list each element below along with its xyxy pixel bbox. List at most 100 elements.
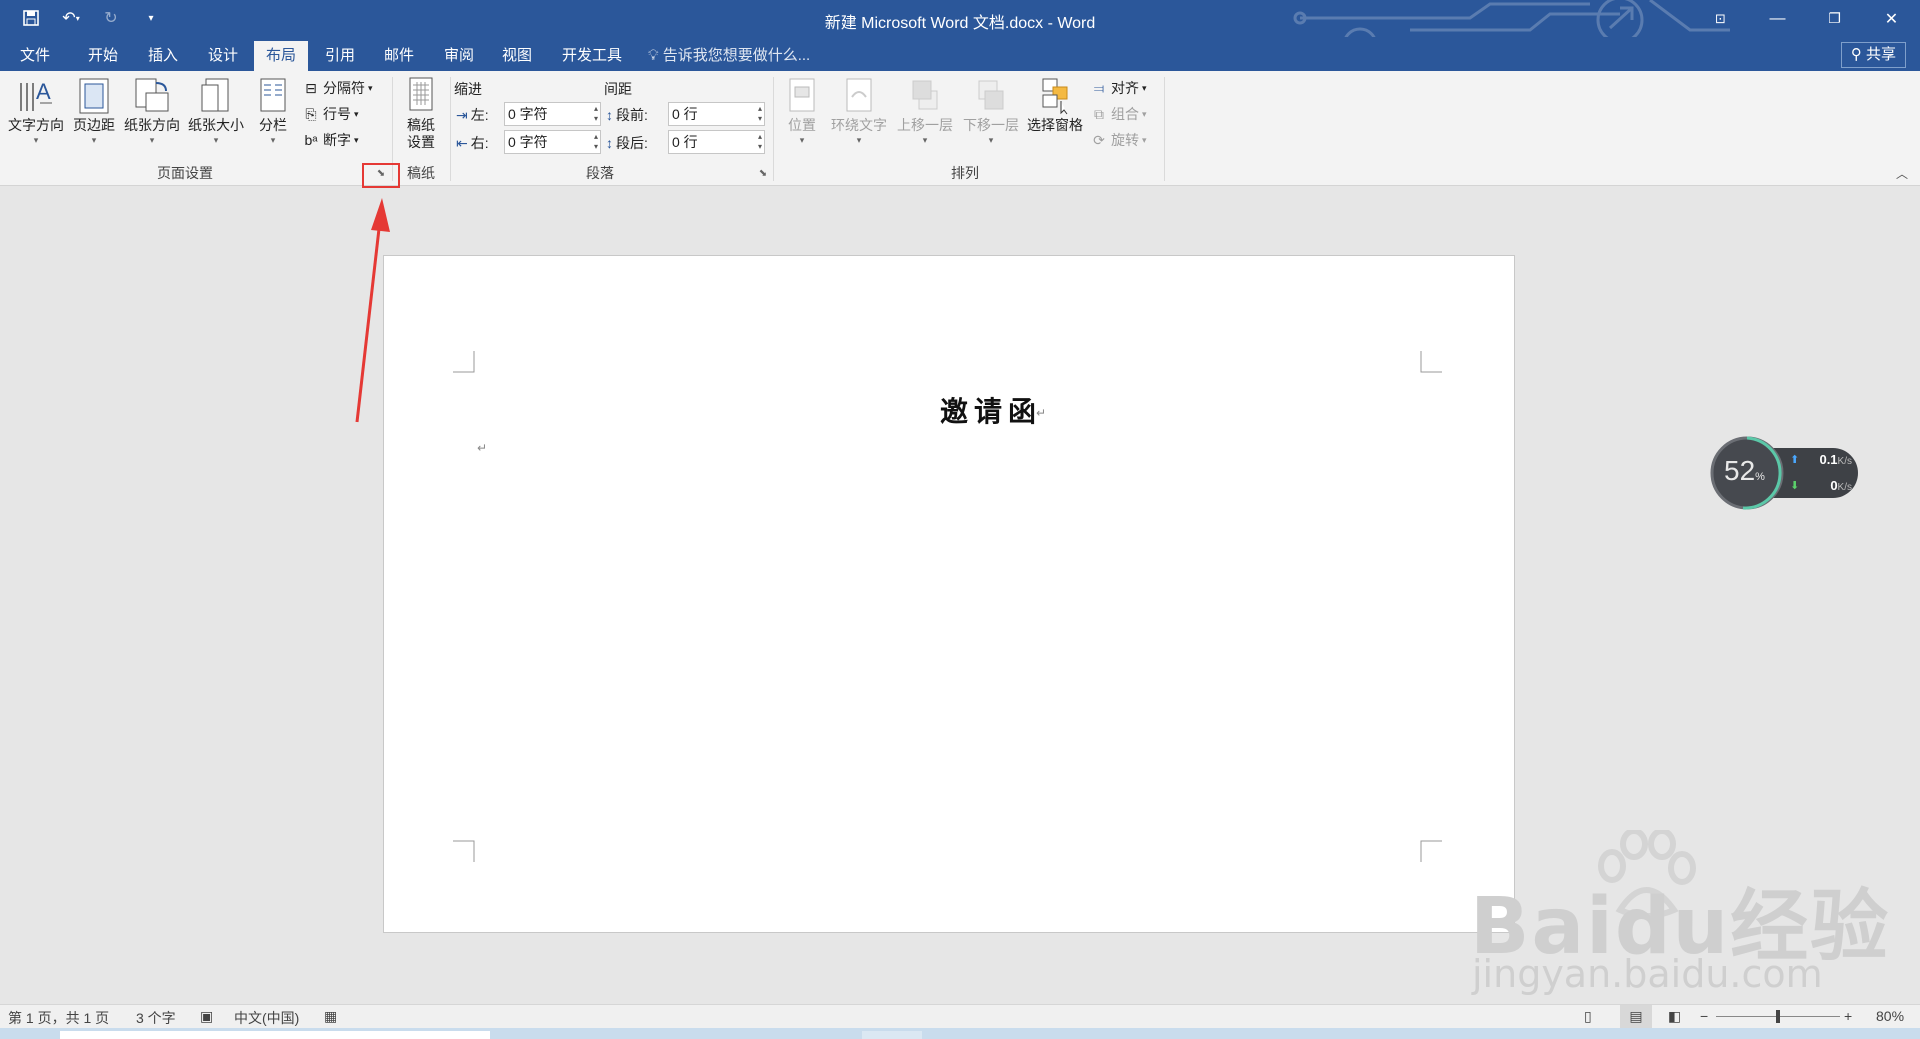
- send-backward-icon: [971, 75, 1011, 115]
- ribbon-layout: A 文字方向 ▾ 页边距 ▾ 纸张方向 ▾ 纸张大小 ▾ 分栏 ▾ ⊟ 分隔符 …: [0, 71, 1920, 186]
- ribbon-display-options-icon[interactable]: ⊡: [1692, 0, 1749, 37]
- columns-button[interactable]: 分栏 ▾: [250, 75, 296, 146]
- group-separator: [1164, 77, 1165, 181]
- chevron-down-icon: ▾: [368, 83, 373, 93]
- margin-corner-mark: [1420, 840, 1442, 862]
- tab-developer[interactable]: 开发工具: [550, 41, 634, 71]
- paper-size-icon: [196, 75, 236, 115]
- tab-insert[interactable]: 插入: [136, 41, 190, 71]
- align-label: 对齐: [1111, 80, 1139, 96]
- line-numbers-button[interactable]: ⎘ 行号 ▾: [302, 103, 358, 125]
- close-icon[interactable]: ✕: [1863, 0, 1920, 37]
- tab-mailings[interactable]: 邮件: [372, 41, 426, 71]
- web-layout-icon[interactable]: ◧: [1668, 1008, 1681, 1025]
- usage-percent-value: 52: [1724, 455, 1756, 486]
- chevron-down-icon: ▾: [354, 135, 359, 145]
- paragraph-dialog-launcher-icon[interactable]: ⬊: [757, 168, 769, 180]
- rotate-button[interactable]: ⟳ 旋转 ▾: [1090, 129, 1147, 151]
- tab-review[interactable]: 审阅: [432, 41, 486, 71]
- position-button[interactable]: 位置 ▾: [778, 75, 826, 146]
- margins-label: 页边距: [73, 117, 115, 133]
- read-mode-icon[interactable]: ▯: [1584, 1008, 1592, 1025]
- selection-pane-button[interactable]: 选择窗格: [1024, 75, 1086, 134]
- orientation-button[interactable]: 纸张方向 ▾: [120, 75, 184, 146]
- upload-speed: 0.1K/s: [1790, 452, 1852, 467]
- title-bar: ↶ ▾ ↻ ▾ 新建 Microsoft Word 文档.docx - Word …: [0, 0, 1920, 37]
- chevron-down-icon: ▾: [1142, 83, 1147, 93]
- download-unit: K/s: [1837, 482, 1852, 493]
- network-speed-widget[interactable]: 52% ⬆ 0.1K/s ⬇ 0K/s: [1710, 436, 1860, 510]
- spacing-title: 间距: [604, 81, 632, 97]
- send-backward-button[interactable]: 下移一层 ▾: [958, 75, 1024, 146]
- chevron-down-icon: ▾: [91, 135, 97, 145]
- share-button[interactable]: ⚲ 共享: [1840, 42, 1906, 68]
- size-button[interactable]: 纸张大小 ▾: [184, 75, 248, 146]
- bring-forward-button[interactable]: 上移一层 ▾: [892, 75, 958, 146]
- breaks-icon: ⊟: [305, 80, 317, 96]
- ribbon-tabs: 文件 开始 插入 设计 布局 引用 邮件 审阅 视图 开发工具 💡︎ 告诉我您想…: [0, 37, 1920, 71]
- chevron-down-icon: ▾: [988, 135, 994, 145]
- orientation-label: 纸张方向: [124, 117, 180, 133]
- taskbar-search-box[interactable]: [60, 1031, 490, 1039]
- zoom-in-icon[interactable]: +: [1844, 1008, 1852, 1024]
- collapse-ribbon-icon[interactable]: ︿: [1896, 165, 1908, 182]
- line-numbers-icon: ⎘: [305, 106, 317, 122]
- spacing-before-value: 0 行: [672, 106, 698, 122]
- hyphenation-button[interactable]: bᵃ 断字 ▾: [302, 129, 359, 151]
- chevron-down-icon: ▾: [33, 135, 39, 145]
- window-title: 新建 Microsoft Word 文档.docx - Word: [824, 15, 1096, 32]
- proofing-icon[interactable]: ▣: [200, 1008, 213, 1025]
- group-objects-button[interactable]: ⧉ 组合 ▾: [1090, 103, 1147, 125]
- language[interactable]: 中文(中国): [234, 1008, 299, 1028]
- print-layout-icon[interactable]: ▤: [1620, 1005, 1652, 1028]
- tab-file[interactable]: 文件: [8, 41, 62, 71]
- tab-layout[interactable]: 布局: [254, 41, 309, 71]
- word-count[interactable]: 3 个字: [136, 1008, 176, 1028]
- tell-me-search[interactable]: 💡︎ 告诉我您想要做什么...: [648, 41, 810, 71]
- spacing-before-input[interactable]: 0 行 ▴ ▾: [668, 102, 765, 126]
- macro-recording-icon[interactable]: ▦: [324, 1008, 337, 1025]
- chevron-down-icon: ▾: [1142, 135, 1147, 145]
- document-page[interactable]: 邀请函 ↵ ↵: [383, 255, 1515, 933]
- selection-pane-label: 选择窗格: [1027, 117, 1083, 133]
- tab-view[interactable]: 视图: [490, 41, 544, 71]
- draft-paper-settings-button[interactable]: 稿纸 设置: [396, 75, 446, 151]
- spinner-arrows-icon[interactable]: ▴ ▾: [594, 104, 598, 124]
- minimize-icon[interactable]: —: [1749, 0, 1806, 37]
- download-value: 0: [1830, 478, 1838, 493]
- spacing-after-icon: ↕: [606, 135, 613, 151]
- margins-button[interactable]: 页边距 ▾: [68, 75, 120, 146]
- spinner-arrows-icon[interactable]: ▴ ▾: [758, 132, 762, 152]
- indent-left-input[interactable]: 0 字符 ▴ ▾: [504, 102, 601, 126]
- zoom-slider[interactable]: [1716, 1010, 1840, 1023]
- hyphenation-label: 断字: [323, 132, 351, 148]
- rotate-icon: ⟳: [1093, 132, 1105, 148]
- zoom-out-icon[interactable]: −: [1700, 1008, 1708, 1024]
- position-label: 位置: [788, 117, 816, 133]
- zoom-slider-thumb[interactable]: [1776, 1010, 1780, 1023]
- spinner-arrows-icon[interactable]: ▴ ▾: [758, 104, 762, 124]
- margin-corner-mark: [453, 351, 475, 373]
- tab-home[interactable]: 开始: [76, 41, 130, 71]
- columns-label: 分栏: [259, 117, 287, 133]
- group-separator: [450, 77, 451, 181]
- page-count[interactable]: 第 1 页，共 1 页: [8, 1008, 109, 1028]
- taskbar-app-button[interactable]: [862, 1031, 922, 1039]
- restore-icon[interactable]: ❐: [1806, 0, 1863, 37]
- indent-right-input[interactable]: 0 字符 ▴ ▾: [504, 130, 601, 154]
- margin-corner-mark: [1420, 351, 1442, 373]
- spinner-arrows-icon[interactable]: ▴ ▾: [594, 132, 598, 152]
- tab-references[interactable]: 引用: [313, 41, 367, 71]
- tab-design[interactable]: 设计: [196, 41, 250, 71]
- spacing-after-input[interactable]: 0 行 ▴ ▾: [668, 130, 765, 154]
- text-direction-icon: A: [16, 75, 56, 115]
- spacing-after-value: 0 行: [672, 134, 698, 150]
- align-button[interactable]: ⫤ 对齐 ▾: [1090, 77, 1147, 99]
- window-controls: ⊡ — ❐ ✕: [1692, 0, 1920, 37]
- text-direction-button[interactable]: A 文字方向 ▾: [4, 75, 68, 146]
- document-heading[interactable]: 邀请函: [940, 390, 1042, 430]
- chevron-down-icon: ▾: [270, 135, 276, 145]
- zoom-level[interactable]: 80%: [1876, 1008, 1904, 1024]
- wrap-text-button[interactable]: 环绕文字 ▾: [826, 75, 892, 146]
- breaks-button[interactable]: ⊟ 分隔符 ▾: [302, 77, 373, 99]
